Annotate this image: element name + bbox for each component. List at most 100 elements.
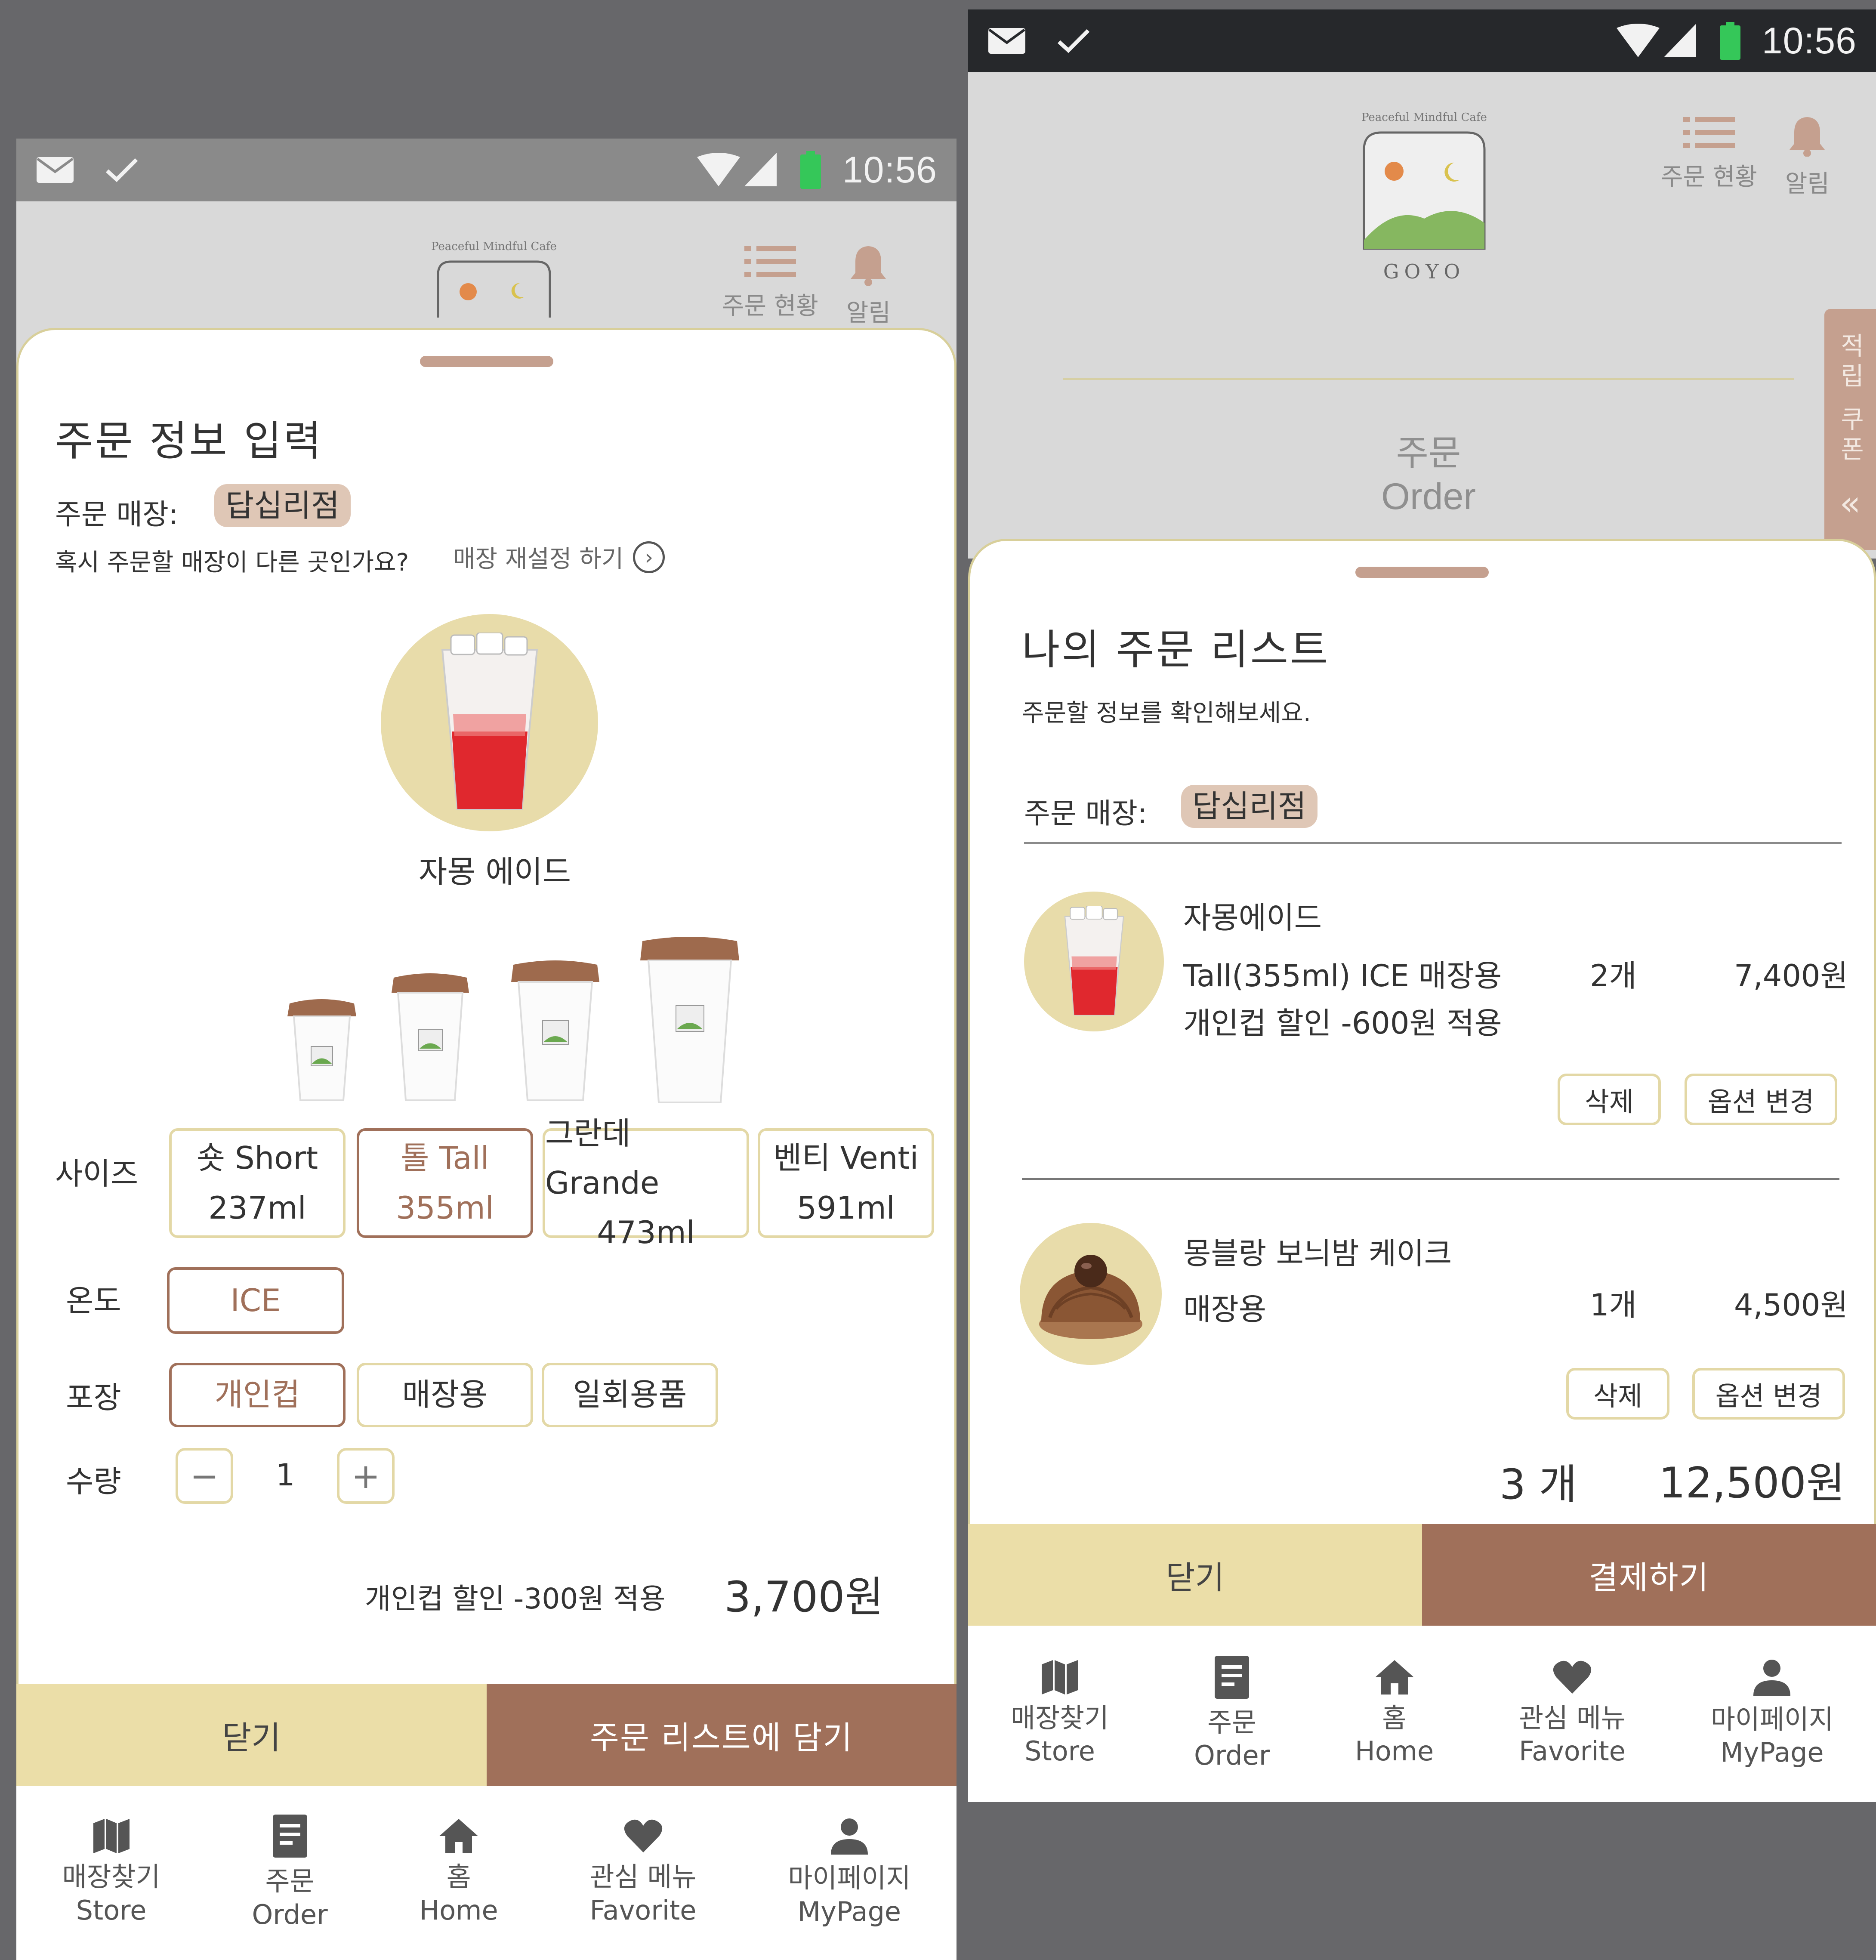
quantity-decrease-button[interactable]: − [176,1448,233,1504]
item-divider [1022,1178,1839,1180]
item-price: 3,700원 [724,1573,884,1622]
grapefruit-ade-icon [1064,905,1124,1015]
nav-store-ko: 매장찾기 [1010,1702,1109,1734]
nav-store[interactable]: 매장찾기 Store [62,1819,160,1927]
wifi-signal-icon [697,153,777,186]
temperature-ice-button[interactable]: ICE [167,1267,344,1334]
logo-tagline: Peaceful Mindful Cafe [1361,111,1487,124]
home-icon [439,1819,478,1853]
coupon-tab-label: 적립 쿠폰 [1836,333,1865,466]
cup-tall-icon [392,973,469,1101]
map-icon [93,1819,130,1853]
nav-order[interactable]: 주문 Order [252,1815,328,1931]
pack-store-use-button[interactable]: 매장용 [357,1363,533,1427]
nav-favorite[interactable]: 관심 메뉴 Favorite [589,1819,697,1927]
order-status-button[interactable]: 주문 현황 [722,244,818,328]
size-grande-volume: 473ml [597,1214,695,1251]
quantity-label: 수량 [66,1464,121,1499]
order-item-option: Tall(355ml) ICE 매장용 [1183,958,1502,994]
pack-disposable-button[interactable]: 일회용품 [542,1363,718,1427]
size-tall-button[interactable]: 톨 Tall 355ml [357,1128,533,1238]
status-time: 10:56 [842,149,937,191]
sheet-title: 나의 주문 리스트 [1022,626,1330,674]
store-reset-link[interactable]: 매장 재설정 하기 › [453,540,665,574]
sheet-actions: 닫기 결제하기 [968,1524,1876,1626]
quantity-increase-button[interactable]: + [337,1448,395,1504]
app-header: Peaceful Mindful Cafe GOYO 주문 현황 알림 주문 O… [968,72,1876,574]
alert-button[interactable]: 알림 [1785,115,1830,199]
order-list-sheet: 나의 주문 리스트 주문할 정보를 확인해보세요. 주문 매장: 답십리점 자몽… [968,539,1876,1623]
order-status-label: 주문 현황 [1661,163,1757,191]
bottom-nav: 매장찾기 Store 주문 Order 홈 Home 관심 메뉴 Favorit… [16,1786,957,1960]
status-bar: 10:56 [16,139,957,201]
nav-home[interactable]: 홈 Home [1355,1660,1434,1768]
pack-personal-cup-button[interactable]: 개인컵 [169,1363,346,1427]
order-item-option: 매장용 [1183,1292,1267,1327]
sheet-grabber[interactable] [1355,567,1489,578]
size-short-button[interactable]: 숏 Short 237ml [169,1128,346,1238]
nav-mypage[interactable]: 마이페이지 MyPage [1711,1659,1833,1769]
nav-store-en: Store [76,1894,147,1926]
battery-icon [800,151,821,189]
order-item-name: 자몽에이드 [1183,900,1322,935]
nav-favorite[interactable]: 관심 메뉴 Favorite [1519,1660,1626,1768]
double-chevron-left-icon: « [1839,483,1861,524]
total-count: 3 개 [1500,1460,1577,1509]
close-button[interactable]: 닫기 [968,1524,1422,1626]
nav-home-ko: 홈 [1382,1702,1407,1734]
size-short-name: 숏 Short [196,1140,318,1176]
nav-mypage[interactable]: 마이페이지 MyPage [788,1818,911,1928]
size-venti-button[interactable]: 벤티 Venti 591ml [758,1128,934,1238]
logo-mark-icon [1363,131,1486,250]
nav-order[interactable]: 주문 Order [1194,1655,1270,1772]
sheet-subtitle: 주문할 정보를 확인해보세요. [1022,699,1311,727]
nav-favorite-ko: 관심 메뉴 [1519,1702,1626,1734]
nav-order-ko: 주문 [265,1865,315,1897]
order-item-price: 7,400원 [1734,958,1848,994]
product-name: 자몽 에이드 [419,854,571,890]
coupon-side-tab[interactable]: 적립 쿠폰 « [1824,309,1876,550]
add-to-order-list-button[interactable]: 주문 리스트에 담기 [486,1684,957,1786]
sheet-actions: 닫기 주문 리스트에 담기 [16,1684,957,1786]
sheet-grabber[interactable] [420,356,553,367]
delete-button[interactable]: 삭제 [1566,1368,1669,1420]
alert-button[interactable]: 알림 [846,244,891,328]
size-label: 사이즈 [55,1156,139,1191]
nav-favorite-en: Favorite [589,1894,697,1926]
size-venti-volume: 591ml [797,1189,895,1226]
heart-icon [624,1819,662,1852]
check-icon [105,158,138,182]
nav-home[interactable]: 홈 Home [420,1819,498,1927]
bell-icon [851,246,886,286]
nav-store[interactable]: 매장찾기 Store [1011,1660,1109,1768]
delete-button[interactable]: 삭제 [1558,1074,1661,1125]
close-button[interactable]: 닫기 [16,1684,487,1786]
bottom-nav: 매장찾기 Store 주문 Order 홈 Home 관심 메뉴 Favorit… [968,1626,1876,1802]
order-info-sheet: 주문 정보 입력 주문 매장: 답십리점 혹시 주문할 매장이 다른 곳인가요?… [16,328,957,1688]
logo-tagline: Peaceful Mindful Cafe [431,240,557,253]
checkout-button[interactable]: 결제하기 [1422,1524,1876,1626]
store-divider [1024,842,1842,844]
order-item-image [1024,892,1164,1031]
person-icon [830,1818,868,1855]
alert-label: 알림 [846,299,891,327]
check-icon [1057,29,1090,53]
status-time: 10:56 [1762,20,1857,62]
change-option-button[interactable]: 옵션 변경 [1692,1368,1845,1420]
goyo-logo[interactable]: Peaceful Mindful Cafe GOYO [1355,111,1493,283]
order-item-image [1020,1223,1162,1365]
size-grande-button[interactable]: 그란데 Grande 473ml [543,1115,749,1250]
battery-icon [1719,22,1740,60]
goyo-logo[interactable]: Peaceful Mindful Cafe [429,240,558,326]
store-label: 주문 매장: [55,498,179,531]
store-badge: 답십리점 [1181,785,1318,828]
map-icon [1042,1660,1078,1695]
chevron-right-icon: › [633,541,665,573]
order-banner-ko: 주문 [1396,432,1461,474]
order-item-qty: 2개 [1590,958,1637,994]
nav-home-en: Home [419,1894,498,1926]
nav-favorite-en: Favorite [1519,1735,1626,1767]
order-status-button[interactable]: 주문 현황 [1661,115,1757,199]
change-option-button[interactable]: 옵션 변경 [1685,1074,1837,1125]
heart-icon [1553,1661,1592,1694]
